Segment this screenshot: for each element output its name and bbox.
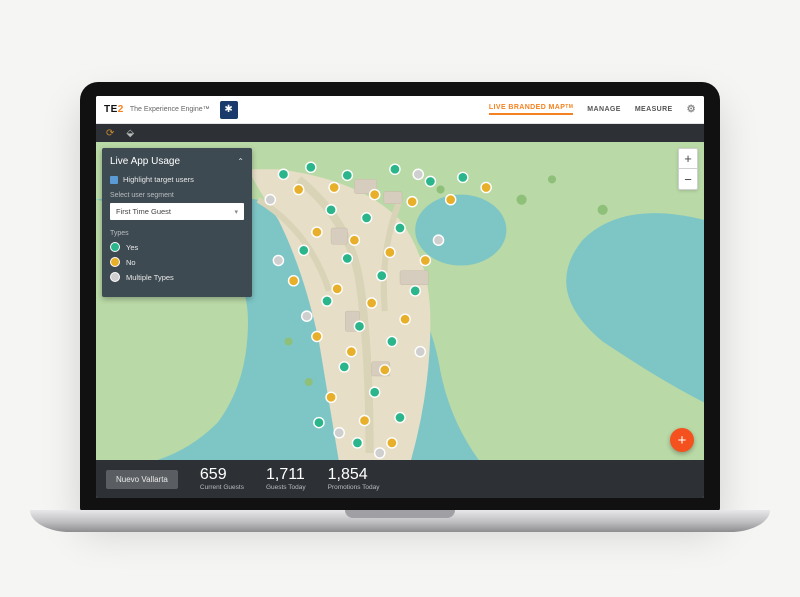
brand-logo: TE2 [104, 104, 124, 115]
location-chip[interactable]: Nuevo Vallarta [106, 470, 178, 489]
types-label: Types [110, 230, 244, 237]
highlight-target-users-checkbox[interactable]: Highlight target users [110, 175, 244, 184]
panel-title: Live App Usage [110, 156, 180, 167]
chevron-down-icon: ▾ [234, 208, 238, 216]
nav-manage[interactable]: MANAGE [587, 106, 621, 113]
settings-gear-icon[interactable]: ⚙ [687, 104, 696, 115]
dot-multiple-icon [110, 272, 120, 282]
zoom-control: + − [678, 148, 698, 190]
segment-select[interactable]: First Time Guest ▾ [110, 203, 244, 220]
footer-bar: Nuevo Vallarta 659 Current Guests 1,711 … [96, 460, 704, 498]
segment-label: Select user segment [110, 192, 244, 199]
live-app-usage-panel: Live App Usage ⌃ Highlight target users … [102, 148, 252, 297]
dot-yes-icon [110, 242, 120, 252]
stat-guests-today: 1,711 Guests Today [266, 467, 306, 492]
collapse-chevron-icon[interactable]: ⌃ [237, 157, 244, 166]
app-screen: TE2 The Experience Engine™ ✱ LIVE BRANDE… [96, 96, 704, 498]
legend-yes: Yes [110, 242, 244, 252]
app-header: TE2 The Experience Engine™ ✱ LIVE BRANDE… [96, 96, 704, 124]
suite-icon: ✱ [220, 101, 238, 119]
nav-live-branded-map[interactable]: LIVE BRANDED MAPTM [489, 104, 573, 115]
map-toolbar: ⟳ ⬙ [96, 124, 704, 142]
zoom-in-button[interactable]: + [679, 149, 697, 169]
stat-current-guests: 659 Current Guests [200, 467, 244, 492]
map-canvas[interactable]: + − Live App Usage ⌃ Highlight target us… [96, 142, 704, 460]
nav-measure[interactable]: MEASURE [635, 106, 673, 113]
zoom-out-button[interactable]: − [679, 169, 697, 189]
location-pin-icon[interactable]: ⬙ [126, 128, 134, 139]
dot-no-icon [110, 257, 120, 267]
legend-multiple: Multiple Types [110, 272, 244, 282]
checkbox-icon [110, 176, 118, 184]
stat-promotions-today: 1,854 Promotions Today [328, 467, 380, 492]
refresh-icon[interactable]: ⟳ [106, 128, 114, 139]
add-fab-button[interactable]: + [670, 428, 694, 452]
brand-tagline: The Experience Engine™ [130, 106, 210, 113]
legend-no: No [110, 257, 244, 267]
